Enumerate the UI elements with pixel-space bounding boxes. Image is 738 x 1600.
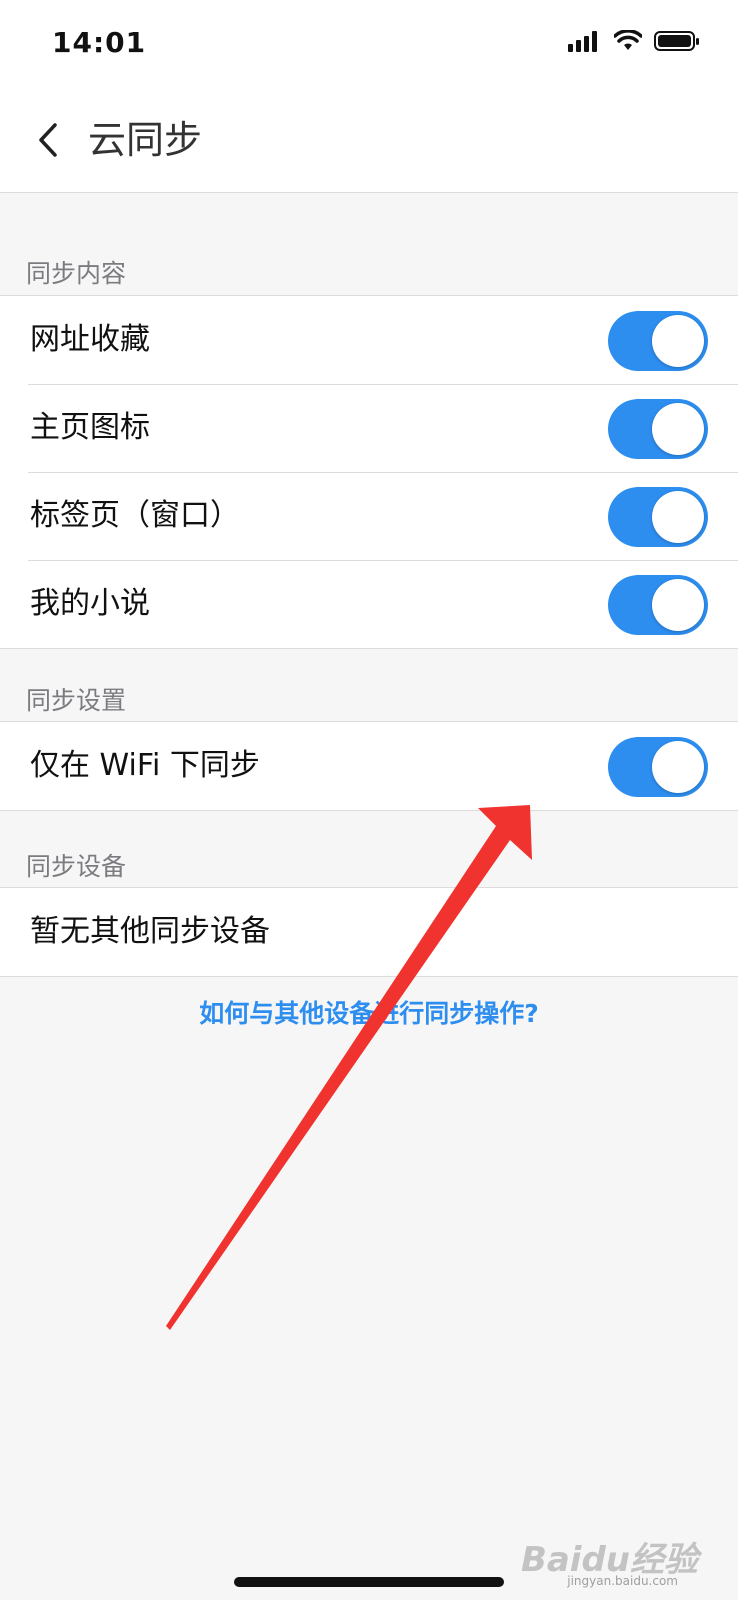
row-label: 网址收藏 xyxy=(30,322,150,357)
bookmarks-toggle[interactable] xyxy=(608,311,708,371)
row-label: 主页图标 xyxy=(30,410,150,445)
status-time: 14:01 xyxy=(52,26,147,59)
list-item: 主页图标 xyxy=(0,384,738,472)
list-item: 我的小说 xyxy=(0,560,738,648)
toggle-knob xyxy=(652,579,704,631)
cellular-signal-icon xyxy=(568,31,597,52)
page-title: 云同步 xyxy=(88,118,203,162)
sync-devices-group: 暂无其他同步设备 xyxy=(0,887,738,977)
row-label: 标签页（窗口） xyxy=(30,498,240,533)
sync-help-link[interactable]: 如何与其他设备进行同步操作? xyxy=(0,994,738,1030)
nav-bar: 云同步 xyxy=(0,88,738,193)
chevron-left-icon xyxy=(39,123,57,157)
section-header-content: 同步内容 xyxy=(26,259,127,288)
sync-content-group: 网址收藏 主页图标 标签页（窗口） 我的小说 xyxy=(0,295,738,649)
section-header-settings: 同步设置 xyxy=(26,686,127,715)
list-item: 暂无其他同步设备 xyxy=(0,888,738,976)
row-label: 暂无其他同步设备 xyxy=(30,914,270,949)
status-bar: 14:01 xyxy=(0,0,738,88)
toggle-knob xyxy=(652,315,704,367)
row-label: 仅在 WiFi 下同步 xyxy=(30,748,260,783)
toggle-knob xyxy=(652,741,704,793)
list-item: 仅在 WiFi 下同步 xyxy=(0,722,738,810)
toggle-knob xyxy=(652,491,704,543)
novels-toggle[interactable] xyxy=(608,575,708,635)
annotation-arrow-shape xyxy=(166,805,532,1330)
status-icons xyxy=(568,30,700,52)
section-header-devices: 同步设备 xyxy=(26,852,127,881)
wifi-only-toggle[interactable] xyxy=(608,737,708,797)
home-indicator[interactable] xyxy=(234,1577,504,1587)
wifi-icon xyxy=(614,30,642,50)
baidu-watermark-url: jingyan.baidu.com xyxy=(567,1574,678,1588)
battery-icon xyxy=(654,31,699,51)
sync-settings-group: 仅在 WiFi 下同步 xyxy=(0,721,738,811)
list-item: 标签页（窗口） xyxy=(0,472,738,560)
list-item: 网址收藏 xyxy=(0,296,738,384)
toggle-knob xyxy=(652,403,704,455)
back-button[interactable] xyxy=(18,108,78,172)
tabs-toggle[interactable] xyxy=(608,487,708,547)
row-label: 我的小说 xyxy=(30,586,150,621)
home-icons-toggle[interactable] xyxy=(608,399,708,459)
